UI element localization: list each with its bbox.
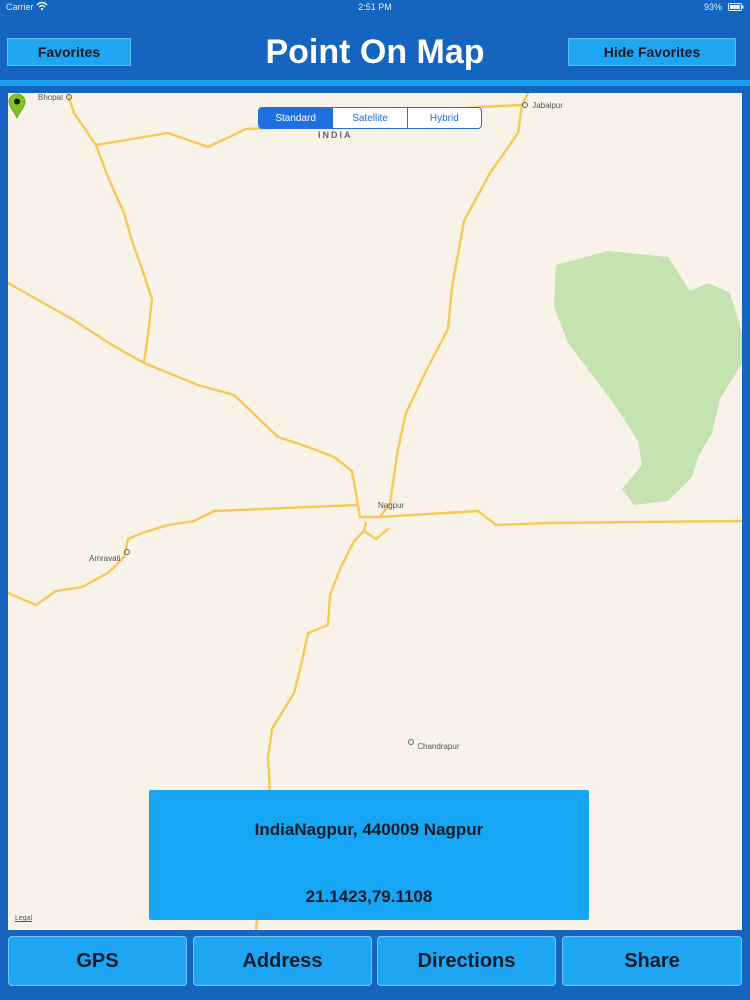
city-label-bhopal: Bhopal — [38, 93, 73, 102]
city-dot-icon — [123, 549, 130, 555]
coordinates-text: 21.1423,79.1108 — [305, 887, 433, 906]
city-label-jabalpur: Jabalpur — [522, 101, 563, 110]
battery-percentage: 93% — [703, 2, 722, 12]
city-dot-icon — [408, 739, 414, 745]
city-dot-icon — [66, 94, 73, 100]
header: Favorites Point On Map Hide Favorites — [0, 16, 750, 80]
directions-button[interactable]: Directions — [377, 936, 556, 986]
city-label-amravati: Amravati — [89, 549, 130, 563]
map-pin-icon[interactable] — [8, 93, 26, 119]
city-dot-icon — [522, 102, 528, 108]
city-label-nagpur: Nagpur — [378, 501, 405, 510]
header-divider — [0, 80, 750, 86]
city-label-chandrapur: Chandrapur — [408, 739, 459, 751]
forest-area — [554, 251, 742, 505]
location-info-panel: IndiaNagpur, 440009 Nagpur 21.1423,79.11… — [149, 790, 589, 920]
city-name-chandrapur: Chandrapur — [417, 742, 460, 751]
city-name-jabalpur: Jabalpur — [532, 101, 563, 110]
share-button[interactable]: Share — [562, 936, 742, 986]
battery-icon — [728, 3, 744, 11]
city-name-amravati: Amravati — [89, 554, 121, 563]
favorites-button[interactable]: Favorites — [7, 38, 131, 66]
status-bar: Carrier 2:51 PM 93% — [0, 0, 750, 16]
status-time: 2:51 PM — [358, 2, 392, 12]
city-name-bhopal: Bhopal — [38, 93, 63, 102]
segment-hybrid[interactable]: Hybrid — [406, 108, 481, 128]
gps-button[interactable]: GPS — [8, 936, 187, 986]
map-type-segmented-control: Standard Satellite Hybrid — [258, 107, 482, 129]
legal-link[interactable]: Legal — [15, 915, 32, 922]
address-text: IndiaNagpur, 440009 Nagpur — [254, 820, 484, 839]
segment-standard[interactable]: Standard — [259, 108, 333, 128]
bottom-toolbar: GPS Address Directions Share — [0, 930, 750, 1000]
address-button[interactable]: Address — [193, 936, 372, 986]
segment-satellite[interactable]: Satellite — [332, 108, 406, 128]
hide-favorites-button[interactable]: Hide Favorites — [568, 38, 736, 66]
country-label: INDIA — [318, 130, 353, 140]
